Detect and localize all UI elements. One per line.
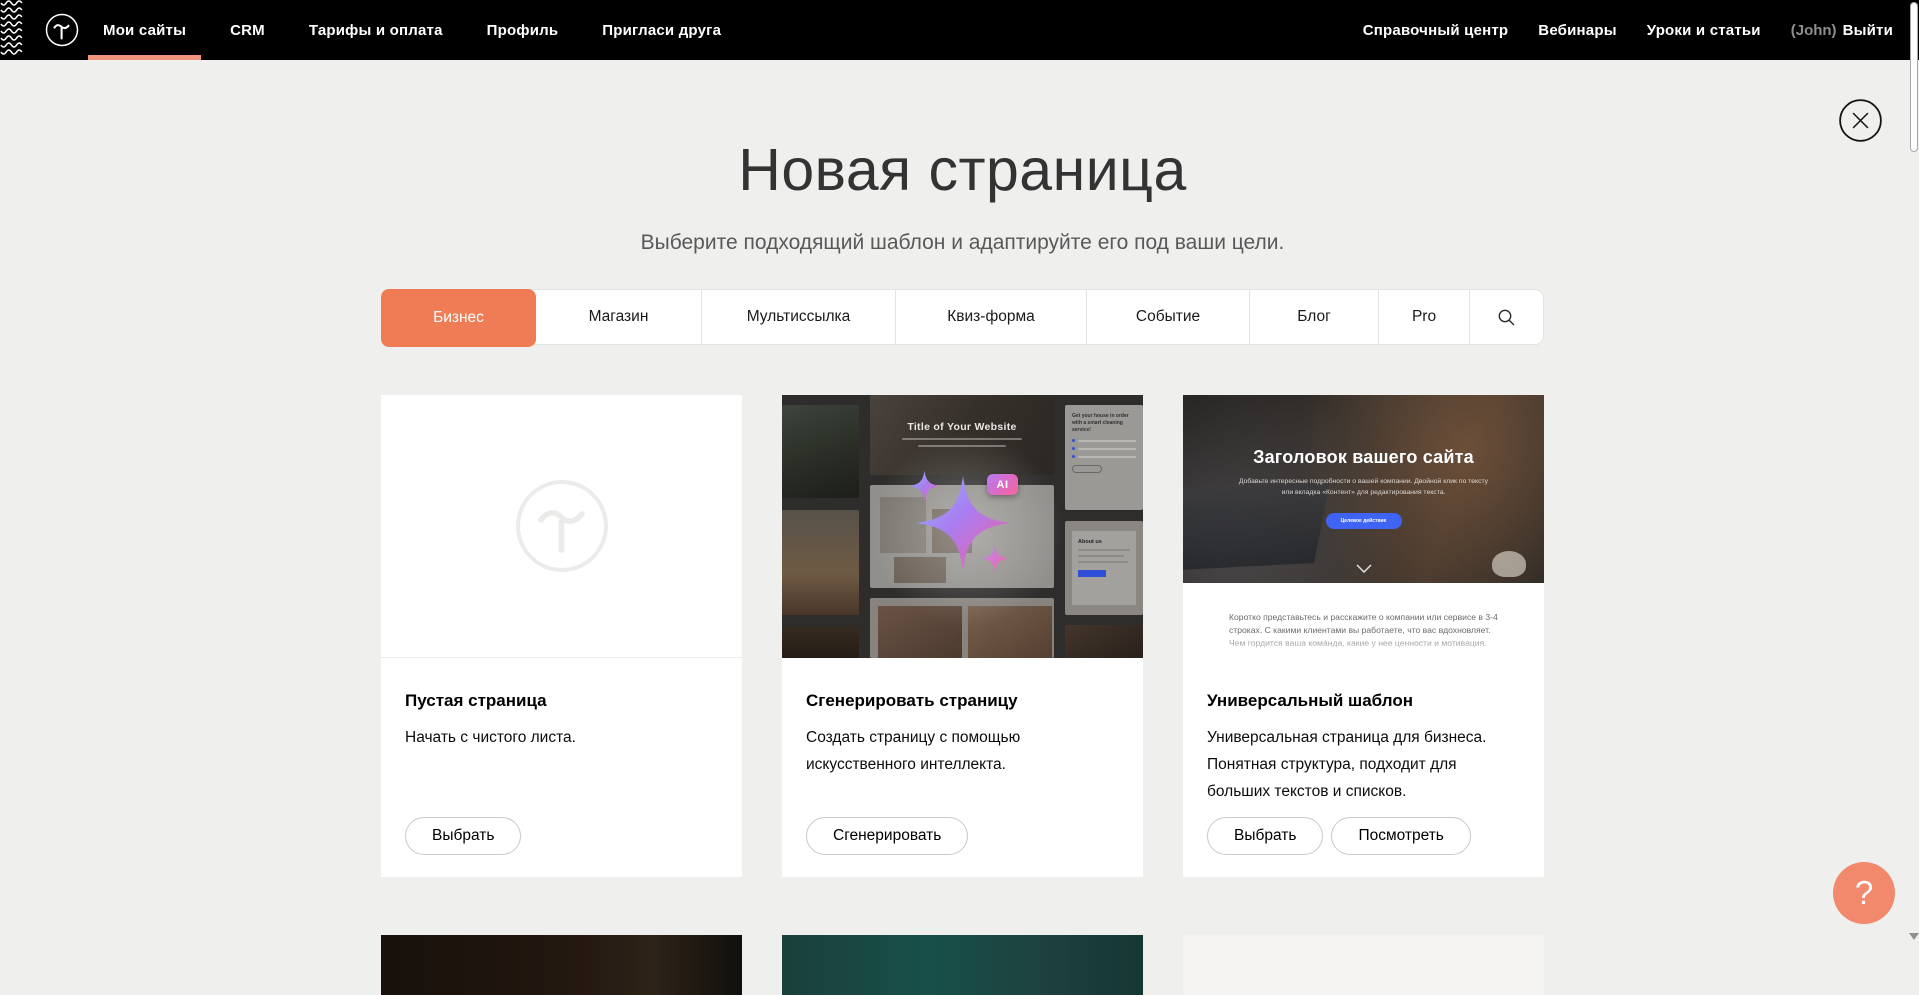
tab-quiz-form[interactable]: Квиз-форма [895, 290, 1086, 344]
card-title: Сгенерировать страницу [806, 691, 1119, 711]
template-body-preview: Коротко представьтесь и расскажите о ком… [1183, 583, 1544, 658]
main-nav: Мои сайты CRM Тарифы и оплата Профиль Пр… [88, 0, 736, 60]
card-title: Пустая страница [405, 691, 718, 711]
search-icon [1497, 308, 1516, 327]
scrollbar[interactable] [1909, 0, 1919, 944]
card-blank-page[interactable]: Пустая страница Начать с чистого листа. … [381, 395, 742, 877]
ai-badge: AI [987, 474, 1018, 495]
ai-preview-collage: Title of Your Website Get your [782, 395, 1143, 658]
tab-blog[interactable]: Блог [1249, 290, 1378, 344]
template-hero-title: Заголовок вашего сайта [1183, 447, 1544, 468]
scrollbar-down-arrow-icon[interactable] [1909, 933, 1919, 940]
tab-store[interactable]: Магазин [536, 290, 701, 344]
help-button[interactable]: ? [1833, 862, 1895, 924]
active-nav-underline [88, 55, 201, 60]
card-description: Создать страницу с помощью искусственног… [806, 724, 1119, 778]
tab-event[interactable]: Событие [1086, 290, 1249, 344]
close-icon [1839, 99, 1882, 142]
nav-lessons[interactable]: Уроки и статьи [1647, 0, 1761, 60]
card-description: Универсальная страница для бизнеса. Поня… [1207, 724, 1520, 805]
chevron-down-icon [1356, 564, 1372, 573]
tab-pro[interactable]: Pro [1378, 290, 1469, 344]
zigzag-pattern-icon [0, 0, 23, 60]
card-title: Универсальный шаблон [1207, 691, 1520, 711]
nav-webinars[interactable]: Вебинары [1538, 0, 1616, 60]
page-title: Новая страница [381, 136, 1544, 204]
template-cta-button: Целевое действие [1326, 513, 1402, 529]
cup-shape [1492, 551, 1526, 577]
close-button[interactable] [1839, 99, 1882, 142]
generate-button[interactable]: Сгенерировать [806, 817, 968, 855]
top-navbar: Мои сайты CRM Тарифы и оплата Профиль Пр… [0, 0, 1919, 60]
secondary-nav: Справочный центр Вебинары Уроки и статьи… [1363, 0, 1893, 60]
nav-tariffs[interactable]: Тарифы и оплата [294, 0, 458, 60]
nav-my-sites[interactable]: Мои сайты [88, 0, 201, 60]
template-cards: Пустая страница Начать с чистого листа. … [381, 395, 1544, 877]
view-button[interactable]: Посмотреть [1331, 817, 1470, 855]
nav-invite-friend[interactable]: Пригласи друга [587, 0, 736, 60]
template-hero: Заголовок вашего сайта Добавьте интересн… [1183, 395, 1544, 583]
user-name: (John) [1791, 22, 1837, 39]
template-body-text: Коротко представьтесь и расскажите о ком… [1229, 611, 1504, 650]
tab-search[interactable] [1469, 290, 1543, 344]
logout-link[interactable]: Выйти [1843, 0, 1893, 60]
collage-about-title: About us [1078, 539, 1130, 545]
universal-template-preview: Заголовок вашего сайта Добавьте интересн… [1183, 395, 1544, 658]
template-card-partial[interactable] [782, 935, 1143, 995]
template-hero-subtitle: Добавьте интересные подробности о вашей … [1238, 477, 1490, 499]
template-card-partial[interactable] [1183, 935, 1544, 995]
new-page-dialog: Новая страница Выберите подходящий шабло… [381, 0, 1544, 944]
scrollbar-thumb[interactable] [1910, 2, 1918, 152]
card-ai-generate[interactable]: Title of Your Website Get your [782, 395, 1143, 877]
tab-multilink[interactable]: Мультиссылка [701, 290, 895, 344]
choose-button[interactable]: Выбрать [405, 817, 521, 855]
card-universal-template[interactable]: Заголовок вашего сайта Добавьте интересн… [1183, 395, 1544, 877]
nav-help-center[interactable]: Справочный центр [1363, 0, 1509, 60]
blank-page-preview [381, 395, 742, 658]
collage-photo-tile [782, 627, 859, 658]
nav-my-sites-label: Мои сайты [103, 22, 186, 39]
collage-photo-tile [782, 510, 859, 615]
tilda-watermark-icon [514, 478, 610, 574]
next-template-row [381, 935, 1544, 995]
ai-sparkle-small-icon [981, 544, 1009, 573]
tab-business[interactable]: Бизнес [381, 289, 536, 347]
tilda-logo-icon[interactable] [45, 13, 79, 47]
choose-button[interactable]: Выбрать [1207, 817, 1323, 855]
collage-photo-tile [782, 405, 859, 498]
template-category-tabs: Бизнес Магазин Мультиссылка Квиз-форма С… [381, 289, 1544, 345]
template-card-partial[interactable] [381, 935, 742, 995]
nav-crm[interactable]: CRM [215, 0, 280, 60]
page-subtitle: Выберите подходящий шаблон и адаптируйте… [381, 231, 1544, 255]
nav-profile[interactable]: Профиль [472, 0, 574, 60]
card-description: Начать с чистого листа. [405, 724, 718, 751]
